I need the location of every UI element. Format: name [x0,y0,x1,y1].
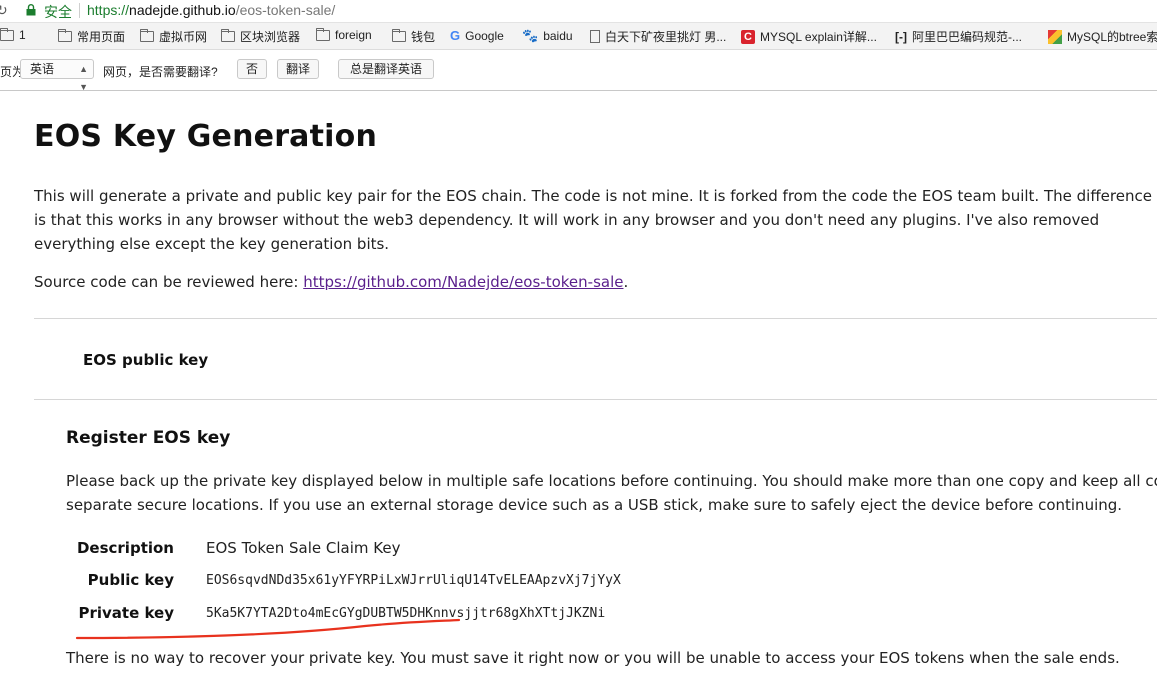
folder-icon [316,27,330,41]
folder-icon [0,27,14,41]
divider [34,318,1157,319]
bookmark-item[interactable]: foreign [316,27,372,42]
folder-icon [140,29,154,42]
bookmark-item[interactable]: 🐾 baidu [522,28,573,44]
folder-icon [392,29,406,42]
public-key-label: Public key [87,571,174,589]
color-icon [1048,29,1062,44]
backup-warning: Please back up the private key displayed… [66,469,1157,517]
translate-button[interactable]: 翻译 [277,59,319,79]
bookmark-label: MYSQL explain详解... [760,30,877,44]
url-scheme: https:// [87,2,130,18]
bookmark-item[interactable]: 区块浏览器 [221,28,300,45]
bookmark-label: 常用页面 [77,30,126,44]
bracket-icon: [-] [895,29,907,44]
url-host: nadejde.github.io [129,2,236,18]
language-select-value: 英语 [30,62,55,76]
public-key-heading: EOS public key [83,351,209,369]
page-icon [590,30,600,43]
bookmark-label: 阿里巴巴编码规范-... [912,30,1022,44]
c-icon: C [741,29,755,44]
address-bar[interactable]: ↻ 安全 https://nadejde.github.io/eos-token… [0,0,1157,23]
page-title: EOS Key Generation [34,119,378,154]
url-path: /eos-token-sale/ [235,2,336,18]
divider [34,399,1157,400]
register-heading: Register EOS key [66,428,231,448]
url-text[interactable]: https://nadejde.github.io/eos-token-sale… [87,2,335,18]
no-translate-button[interactable]: 否 [237,59,267,79]
bookmark-item[interactable]: 常用页面 [58,28,125,45]
language-select[interactable]: 英语 ▲ ▼ [20,59,94,92]
source-suffix: . [623,273,629,291]
source-link[interactable]: https://github.com/Nadejde/eos-token-sal… [303,273,623,291]
folder-icon [58,29,72,42]
bookmark-item[interactable]: 钱包 [392,28,435,45]
backup-warning-line: separate secure locations. If you use an… [66,496,1123,514]
bookmark-label: baidu [543,29,573,43]
recovery-warning: There is no way to recover your private … [66,649,1120,667]
always-translate-button[interactable]: 总是翻译英语 [338,59,434,79]
bookmark-label: 白天下矿夜里挑灯 男... [605,30,727,44]
bookmark-item[interactable]: [-] 阿里巴巴编码规范-... [895,28,1022,45]
translate-bar: 页为 英语 ▲ ▼ 网页，是否需要翻译? 否 翻译 总是翻译英语 [0,50,1157,92]
public-key-value[interactable]: EOS6sqvdNDd35x61yYFYRPiLxWJrrUliqU14TvEL… [206,573,621,588]
source-prefix: Source code can be reviewed here: [34,273,304,291]
address-separator [79,3,80,18]
description-label: Description [76,539,174,557]
bookmark-label: 1 [19,28,26,42]
backup-warning-line: Please back up the private key displayed… [66,472,1157,490]
page-content: EOS Key Generation This will generate a … [0,91,1157,684]
reload-icon[interactable]: ↻ [0,2,8,19]
bookmark-label: foreign [335,28,372,42]
bookmark-label: 钱包 [411,30,436,44]
secure-label: 安全 [44,4,72,20]
source-paragraph: Source code can be reviewed here: https:… [34,273,628,291]
translate-question: 网页，是否需要翻译? [103,65,218,79]
bookmark-label: Google [465,28,504,43]
red-underline-annotation [75,618,461,640]
bookmark-label: 虚拟币网 [159,30,208,44]
bookmark-item[interactable]: 1 [0,27,26,42]
lock-icon [26,4,36,16]
google-icon: G [450,28,461,43]
bookmark-item[interactable]: C MYSQL explain详解... [741,28,877,45]
folder-icon [221,29,235,42]
bookmark-item[interactable]: MySQL的btree索 [1048,28,1157,45]
bookmark-item[interactable]: 虚拟币网 [140,28,207,45]
bookmark-label: MySQL的btree索 [1067,30,1157,44]
bookmarks-bar: 1 常用页面 虚拟币网 区块浏览器 foreign 钱包 G Google 🐾 ba… [0,23,1157,50]
bookmark-item[interactable]: G Google [450,28,504,43]
bookmark-item[interactable]: 白天下矿夜里挑灯 男... [590,28,726,45]
description-value: EOS Token Sale Claim Key [206,539,401,557]
bookmark-label: 区块浏览器 [240,30,301,44]
intro-paragraph: This will generate a private and public … [34,187,1152,253]
paw-icon: 🐾 [522,28,539,43]
